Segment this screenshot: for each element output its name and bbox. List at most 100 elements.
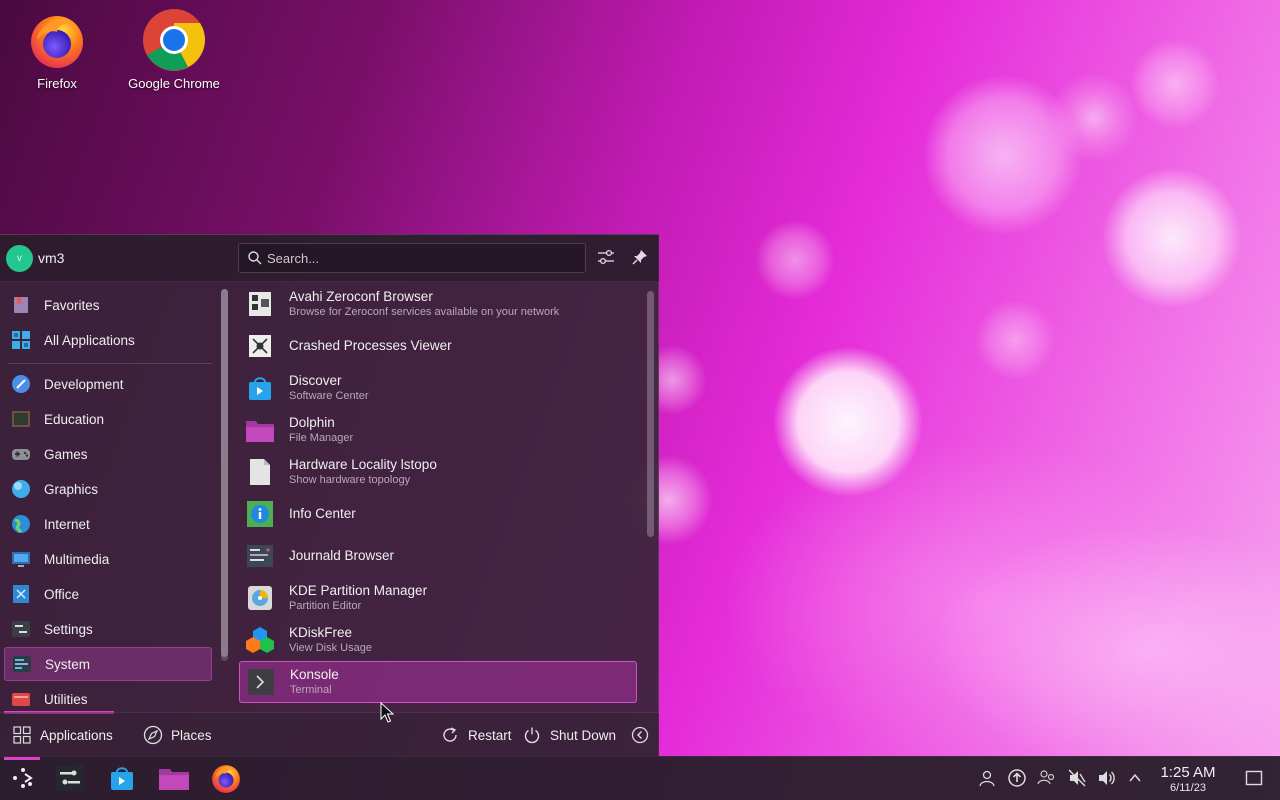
firefox-icon [25,8,89,72]
pin-icon [631,248,649,269]
tab-places[interactable]: Places [143,713,212,757]
username: vm3 [38,250,65,266]
sidebar-item-utilities[interactable]: Utilities [4,682,212,711]
app-name: KDiskFree [289,624,353,640]
app-name: Konsole [290,666,339,682]
discover-icon [245,373,275,403]
app-item-crashed-processes-viewer[interactable]: Crashed Processes Viewer [239,325,637,367]
sidebar-item-development[interactable]: Development [4,367,212,401]
taskbar-firefox[interactable] [203,757,249,800]
sidebar-item-all-applications[interactable]: All Applications [4,323,212,357]
clock-date[interactable]: 6/11/23 [1152,782,1224,794]
desktop-chrome-shortcut[interactable]: Google Chrome [119,8,229,91]
category-sidebar: Favorites All Applications Development E… [0,283,216,711]
tray-volume[interactable] [1095,767,1119,791]
sidebar-item-label: Utilities [44,691,88,707]
app-name: Journald Browser [289,548,395,563]
desktop-firefox-shortcut[interactable]: Firefox [2,8,112,91]
app-description: File Manager [289,431,354,444]
app-description: Show hardware topology [289,473,411,486]
taskbar: 1:25 AM 6/11/23 [0,756,1280,800]
office-icon [10,583,32,605]
settings-icon [10,618,32,640]
sidebar-item-settings[interactable]: Settings [4,612,212,646]
app-item-kdiskfree[interactable]: KDiskFree View Disk Usage [239,619,637,661]
network-icon [1037,768,1057,791]
sidebar-item-label: Development [44,376,124,392]
app-item-journald-browser[interactable]: Journald Browser [239,535,637,577]
info-icon [245,499,275,529]
tray-microphone-muted[interactable] [1065,767,1089,791]
disk-icon [245,583,275,613]
search-input[interactable] [267,244,577,272]
firefox-icon [210,762,242,797]
tab-label: Places [171,727,212,743]
shutdown-button[interactable]: Shut Down [522,713,616,757]
app-item-info-center[interactable]: Info Center [239,493,637,535]
app-item-konsole[interactable]: Konsole Terminal [239,661,637,703]
app-name: KDE Partition Manager [289,582,428,598]
games-icon [10,443,32,465]
app-item-discover[interactable]: Discover Software Center [239,367,637,409]
app-item-avahi-zeroconf-browser[interactable]: Avahi Zeroconf Browser Browse for Zerocon… [239,283,637,325]
sidebar-item-label: Education [44,411,105,427]
sidebar-item-games[interactable]: Games [4,437,212,471]
tray-expand-button[interactable] [1123,767,1147,791]
taskbar-launcher-button[interactable] [0,757,46,800]
sidebar-item-internet[interactable]: Internet [4,507,212,541]
sidebar-scrollbar[interactable] [221,289,228,661]
app-description: Partition Editor [289,599,362,612]
tab-applications[interactable]: Applications [12,713,113,757]
app-name: Info Center [289,506,356,521]
taskbar-system-settings[interactable] [47,757,93,800]
avatar[interactable]: v [6,245,33,272]
development-icon [10,373,32,395]
app-item-kde-partition-manager[interactable]: KDE Partition Manager Partition Editor [239,577,637,619]
app-name: Discover [289,372,342,388]
restart-button[interactable]: Restart [440,713,512,757]
app-item-hardware-locality-lstopo[interactable]: Hardware Locality lstopo Show hardware to… [239,451,637,493]
show-desktop-button[interactable] [1242,767,1266,791]
tray-updates[interactable] [1005,767,1029,791]
configure-button[interactable] [595,247,617,269]
sidebar-divider [8,363,212,364]
sidebar-item-favorites[interactable]: Favorites [4,288,212,322]
taskbar-dolphin[interactable] [151,757,197,800]
sliders-icon [596,247,616,270]
all-applications-icon [10,329,32,351]
sidebar-item-office[interactable]: Office [4,577,212,611]
sidebar-item-system[interactable]: System [4,647,212,681]
updates-icon [1007,768,1027,791]
graphics-icon [10,478,32,500]
app-name: Dolphin [289,414,335,430]
app-name: Avahi Zeroconf Browser [289,288,433,304]
terminal-icon [246,667,276,697]
log-icon [245,541,275,571]
compass-icon [143,725,163,745]
mute-icon [1067,768,1087,791]
sidebar-item-multimedia[interactable]: Multimedia [4,542,212,576]
chrome-icon [142,8,206,72]
search-box[interactable] [238,243,586,273]
launcher-header: v vm3 [0,235,659,282]
leave-button[interactable] [630,713,658,757]
sidebar-item-graphics[interactable]: Graphics [4,472,212,506]
sidebar-item-education[interactable]: Education [4,402,212,436]
tray-user-switcher[interactable] [975,767,999,791]
folder-icon [245,415,275,445]
taskbar-discover[interactable] [99,757,145,800]
tray-network[interactable] [1035,767,1059,791]
sidebar-item-label: System [45,656,91,672]
sidebar-item-label: Office [44,586,80,602]
desktop-icon-label: Google Chrome [128,76,220,91]
network-icon [245,289,275,319]
sidebar-scrollbar-thumb[interactable] [221,289,228,657]
show-desktop-icon [1245,769,1263,790]
discover-icon [108,764,136,795]
document-icon [245,457,275,487]
application-list-scrollbar[interactable] [647,291,654,537]
app-item-dolphin[interactable]: Dolphin File Manager [239,409,637,451]
application-list: Avahi Zeroconf Browser Browse for Zerocon… [237,283,641,711]
clock-time[interactable]: 1:25 AM [1152,764,1224,781]
pin-button[interactable] [629,247,651,269]
